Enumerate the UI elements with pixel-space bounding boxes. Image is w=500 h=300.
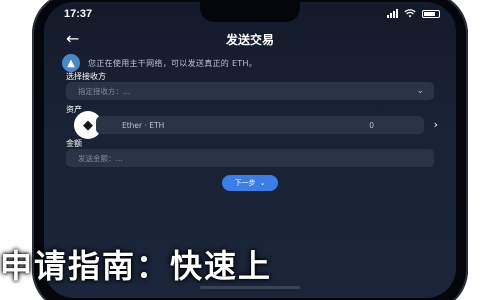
asset-name: Ether · ETH: [122, 120, 165, 130]
next-button-label: 下一步: [234, 179, 256, 187]
signal-icon: [387, 9, 398, 18]
asset-balance: 0: [369, 121, 374, 130]
next-button[interactable]: 下一步 ⌄: [222, 175, 278, 191]
page: 17:37 ← 发送交易 ▲ 您正在使用主干网络，可以发送真正的 ETH。 选择…: [0, 0, 500, 300]
chevron-right-icon[interactable]: ›: [434, 118, 438, 131]
recipient-input[interactable]: 指定接收方：... ⌄: [66, 82, 434, 100]
chevron-down-icon[interactable]: ⌄: [416, 86, 424, 96]
recipient-label: 选择接收方: [66, 72, 106, 81]
info-icon: ▲: [62, 54, 80, 72]
status-icons: [387, 9, 440, 18]
asset-selector[interactable]: Ether · ETH 0 ›: [96, 116, 438, 134]
warning-text: 您正在使用主干网络，可以发送真正的 ETH。: [88, 58, 258, 68]
network-warning: ▲ 您正在使用主干网络，可以发送真正的 ETH。: [62, 54, 438, 72]
home-indicator: [200, 286, 300, 289]
navigation-bar: ← 发送交易: [44, 26, 456, 52]
amount-input[interactable]: 发送金额：...: [66, 149, 434, 167]
wifi-icon: [404, 9, 416, 18]
page-title: 发送交易: [225, 33, 274, 47]
battery-icon: [422, 9, 440, 18]
amount-label: 金额: [66, 139, 82, 148]
recipient-placeholder: 指定接收方：...: [78, 86, 131, 96]
chevron-down-icon: ⌄: [259, 179, 266, 187]
status-bar: 17:37: [44, 2, 456, 28]
notch: [200, 2, 300, 22]
overlay-banner-text: 申请指南：快速上: [0, 247, 273, 284]
status-time: 17:37: [64, 8, 93, 20]
amount-placeholder: 发送金额：...: [78, 153, 123, 163]
